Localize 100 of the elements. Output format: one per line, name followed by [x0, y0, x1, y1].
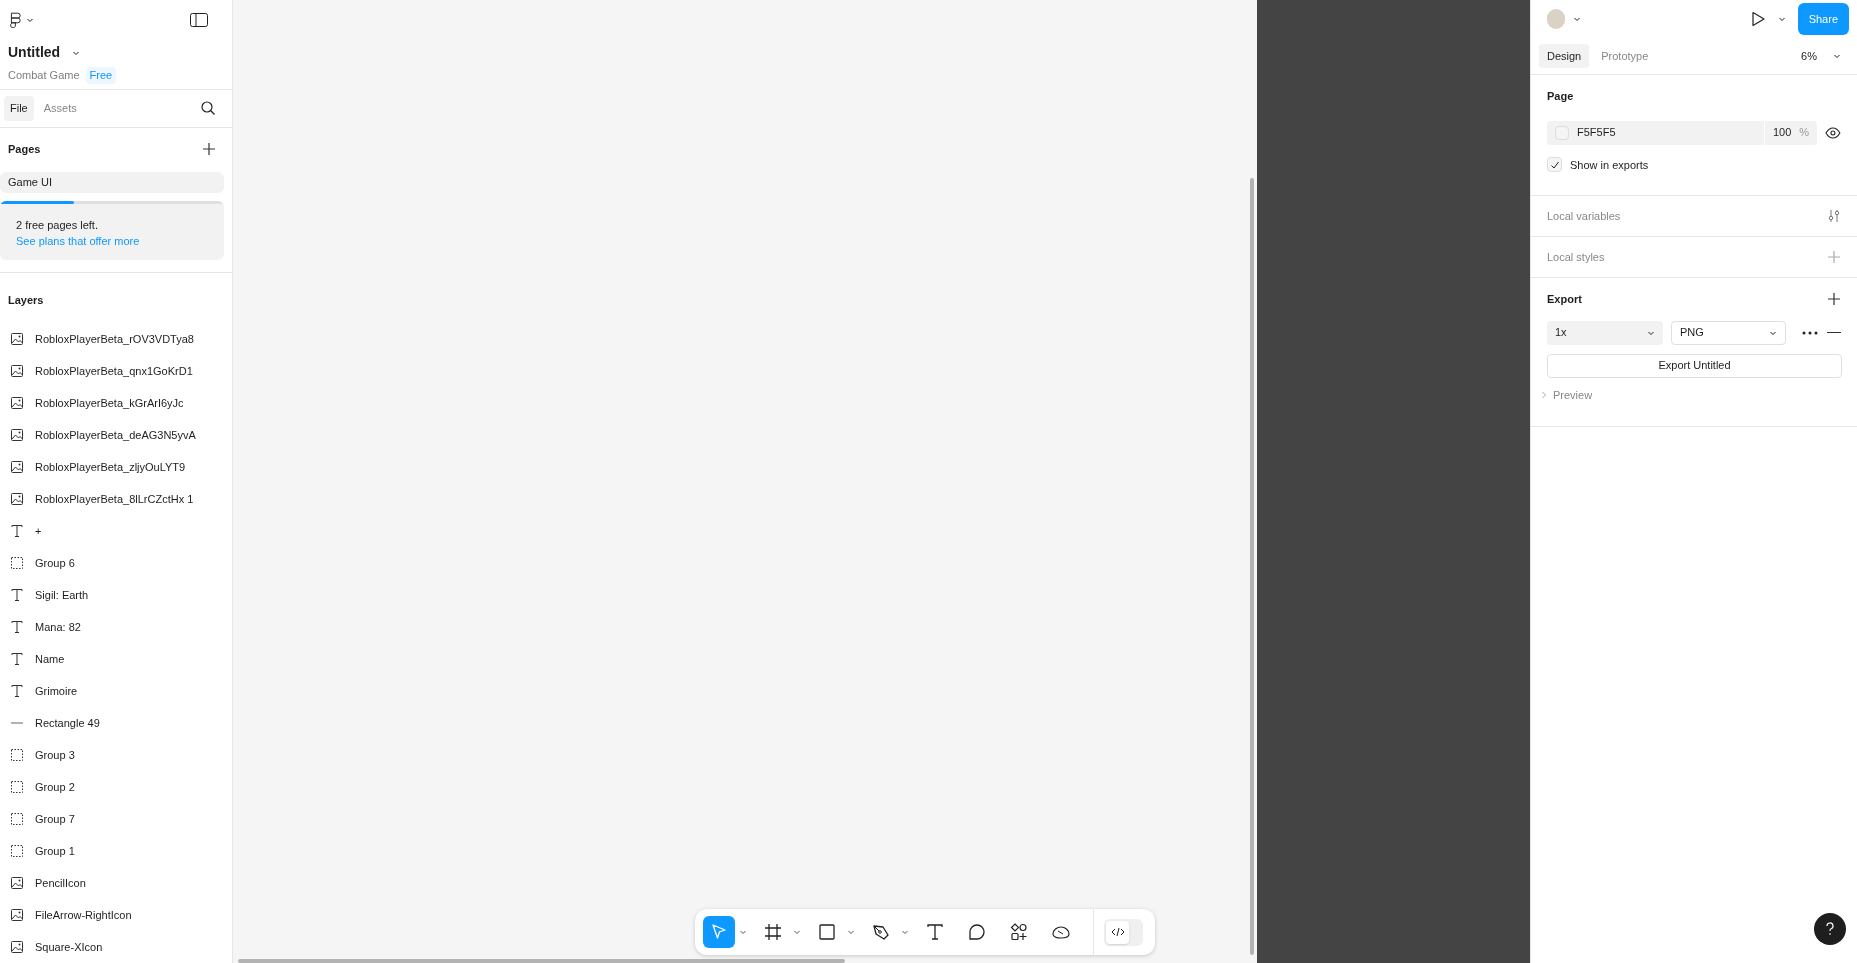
layer-item[interactable]: Rectangle 49 [0, 707, 232, 739]
panel-tab[interactable]: Assets [37, 96, 83, 121]
layer-item[interactable]: Group 2 [0, 771, 232, 803]
check-icon [1549, 159, 1560, 170]
preview-toggle[interactable]: Preview [1553, 386, 1593, 403]
layer-item[interactable]: RobloxPlayerBeta_8lLrCZctHx 1 [0, 483, 232, 515]
layer-name: Group 7 [35, 811, 75, 827]
panel-tab[interactable]: File [4, 96, 34, 121]
help-icon [1825, 922, 1835, 936]
shapes-icon [1009, 922, 1029, 942]
dev-mode-toggle[interactable] [1104, 918, 1143, 946]
chevron-down-icon [1777, 15, 1786, 23]
layer-name: Group 6 [35, 555, 75, 571]
logo-icon [8, 12, 22, 28]
layer-name: RobloxPlayerBeta_qnx1GoKrD1 [35, 363, 193, 379]
chevron-down-icon [26, 16, 34, 24]
eye-icon[interactable] [1825, 124, 1841, 141]
layer-item[interactable]: Mana: 82 [0, 611, 232, 643]
layer-name: Mana: 82 [35, 619, 81, 635]
text-icon [925, 922, 945, 942]
pen-icon [871, 922, 891, 942]
layer-name: RobloxPlayerBeta_deAG3N5yvA [35, 427, 196, 443]
rectangle-icon [817, 922, 837, 942]
text-icon [10, 524, 24, 538]
text-icon [10, 684, 24, 698]
layer-item[interactable]: Group 7 [0, 803, 232, 835]
project-name: Combat Game [8, 68, 80, 83]
image-icon [10, 460, 24, 474]
opacity-value: 100 [1772, 125, 1792, 141]
layer-name: RobloxPlayerBeta_rOV3VDTya8 [35, 331, 194, 347]
checkbox-label: Show in exports [1570, 157, 1649, 173]
chevron-down-icon [1573, 15, 1581, 23]
chevron-down-icon [1833, 52, 1841, 60]
layer-item[interactable]: Group 1 [0, 835, 232, 867]
vertical-scrollbar[interactable] [1250, 178, 1254, 955]
layer-item[interactable]: Group 3 [0, 739, 232, 771]
main-menu-button[interactable] [8, 12, 34, 28]
layer-item[interactable]: RobloxPlayerBeta_deAG3N5yvA [0, 419, 232, 451]
layer-item[interactable]: PencilIcon [0, 867, 232, 899]
layer-name: Grimoire [35, 683, 78, 699]
file-title[interactable]: Untitled [8, 42, 61, 63]
layer-name: Group 3 [35, 747, 75, 763]
section-heading: Local variables [1547, 208, 1621, 224]
export-button[interactable]: Export Untitled [1547, 353, 1842, 378]
sliders-icon[interactable] [1827, 209, 1841, 223]
scale-dropdown[interactable]: 1x [1547, 320, 1663, 345]
page-limit-message: 2 free pages left. [16, 218, 99, 234]
plan-badge: Free [85, 67, 117, 84]
section-heading: Layers [8, 294, 44, 306]
page-color-field[interactable]: F5F5F5 100 % [1547, 120, 1818, 145]
group-icon [10, 844, 24, 858]
layer-name: PencilIcon [35, 875, 86, 891]
page-item[interactable]: Game UI [0, 171, 224, 194]
layer-item[interactable]: RobloxPlayerBeta_rOV3VDTya8 [0, 323, 232, 355]
layer-item[interactable]: Sigil: Earth [0, 579, 232, 611]
add-icon[interactable] [1827, 292, 1841, 307]
layer-name: Group 2 [35, 779, 75, 795]
layer-name: RobloxPlayerBeta_kGrArI6yJc [35, 395, 184, 411]
group-icon [10, 780, 24, 794]
color-hex: F5F5F5 [1577, 125, 1616, 141]
layer-item[interactable]: Name [0, 643, 232, 675]
horizontal-scrollbar[interactable] [238, 959, 845, 963]
image-icon [10, 332, 24, 346]
panel-tab[interactable]: Design [1539, 43, 1590, 69]
layer-name: Sigil: Earth [35, 587, 89, 603]
play-icon[interactable] [1749, 11, 1766, 27]
tool-menu-icon [793, 928, 801, 936]
zoom-dropdown[interactable]: 6% [1801, 47, 1841, 65]
layer-item[interactable]: RobloxPlayerBeta_qnx1GoKrD1 [0, 355, 232, 387]
layer-name: FileArrow-RightIcon [35, 907, 132, 923]
search-icon[interactable] [200, 100, 216, 117]
section-heading: Local styles [1547, 249, 1605, 265]
image-icon [10, 492, 24, 506]
layer-item[interactable]: + [0, 515, 232, 547]
add-icon[interactable] [202, 142, 216, 157]
layer-item[interactable]: FileArrow-RightIcon [0, 899, 232, 931]
tool-menu-icon [847, 928, 855, 936]
frame-icon [763, 922, 783, 942]
image-icon [10, 428, 24, 442]
layer-name: RobloxPlayerBeta_zljyOuLYT9 [35, 459, 186, 475]
text-icon [10, 588, 24, 602]
layer-item[interactable]: RobloxPlayerBeta_zljyOuLYT9 [0, 451, 232, 483]
sidebar-toggle-icon[interactable] [190, 13, 208, 27]
image-icon [10, 876, 24, 890]
image-icon [10, 364, 24, 378]
checkbox[interactable] [1547, 157, 1562, 173]
format-dropdown[interactable]: PNG [1671, 320, 1786, 345]
section-heading: Page [1547, 89, 1575, 104]
layer-item[interactable]: Square-XIcon [0, 931, 232, 963]
layer-item[interactable]: RobloxPlayerBeta_kGrArI6yJc [0, 387, 232, 419]
image-icon [10, 940, 24, 954]
layer-name: + [35, 523, 42, 539]
more-icon[interactable] [1802, 330, 1818, 335]
help-button[interactable] [1814, 913, 1846, 945]
panel-tab[interactable]: Prototype [1593, 43, 1657, 69]
opacity-unit: % [1799, 125, 1810, 141]
layer-item[interactable]: Group 6 [0, 547, 232, 579]
layer-item[interactable]: Grimoire [0, 675, 232, 707]
layer-name: Rectangle 49 [35, 715, 100, 731]
group-icon [10, 556, 24, 570]
